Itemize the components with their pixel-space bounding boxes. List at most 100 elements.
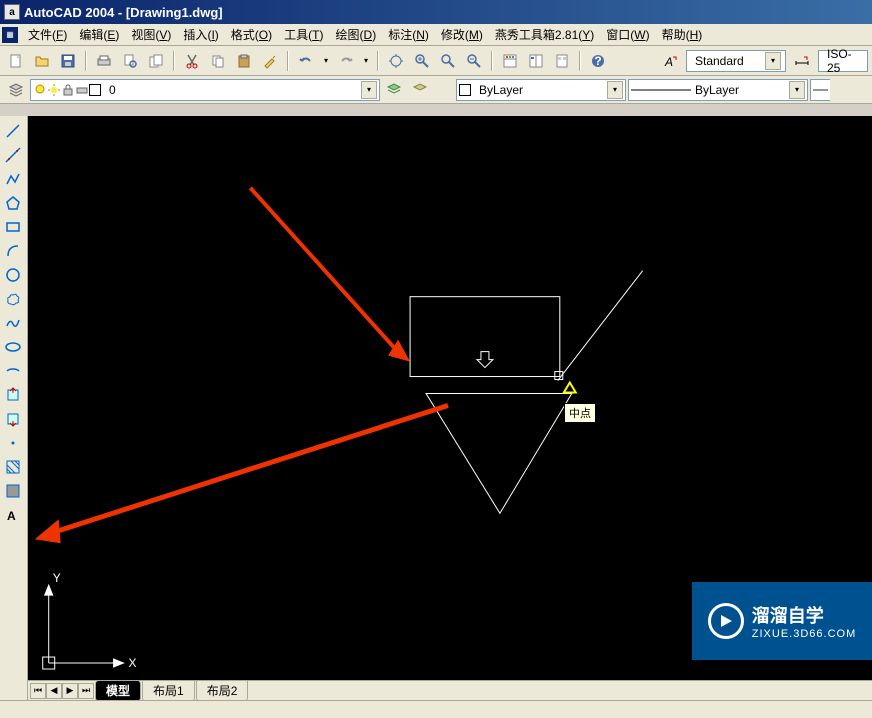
tab-layout1[interactable]: 布局1 bbox=[142, 681, 195, 701]
separator bbox=[287, 51, 289, 71]
sun-icon bbox=[47, 83, 61, 97]
text-style-combo[interactable]: Standard ▾ bbox=[686, 50, 786, 72]
paste-button[interactable] bbox=[232, 49, 256, 73]
lineweight-combo[interactable] bbox=[810, 79, 830, 101]
dim-style-value: ISO-25 bbox=[823, 47, 863, 75]
main-area: A bbox=[0, 116, 872, 700]
app-icon: a bbox=[4, 4, 20, 20]
drawing-canvas[interactable]: X Y 中点 溜溜自学 ZIXUE.3D66.COM bbox=[28, 116, 872, 680]
revision-cloud-button[interactable] bbox=[2, 288, 24, 310]
open-button[interactable] bbox=[30, 49, 54, 73]
linetype-combo[interactable]: ByLayer ▾ bbox=[628, 79, 808, 101]
hatch-button[interactable] bbox=[2, 456, 24, 478]
drawn-line bbox=[558, 271, 643, 381]
menu-insert[interactable]: 插入(I) bbox=[177, 24, 224, 45]
tab-last-button[interactable]: ⏭ bbox=[78, 683, 94, 699]
title-bar: a AutoCAD 2004 - [Drawing1.dwg] bbox=[0, 0, 872, 24]
dim-style-button[interactable] bbox=[790, 49, 814, 73]
tab-first-button[interactable]: ⏮ bbox=[30, 683, 46, 699]
dim-style-combo[interactable]: ISO-25 bbox=[818, 50, 868, 72]
tab-layout2[interactable]: 布局2 bbox=[196, 681, 249, 701]
polygon-button[interactable] bbox=[2, 192, 24, 214]
layer-combo[interactable]: 0 ▾ bbox=[30, 79, 380, 101]
point-button[interactable] bbox=[2, 432, 24, 454]
ucs-x-label: X bbox=[129, 656, 137, 670]
color-value: ByLayer bbox=[475, 83, 527, 97]
save-button[interactable] bbox=[56, 49, 80, 73]
ellipse-arc-button[interactable] bbox=[2, 360, 24, 382]
new-button[interactable] bbox=[4, 49, 28, 73]
spline-button[interactable] bbox=[2, 312, 24, 334]
menu-tools[interactable]: 工具(T) bbox=[278, 24, 329, 45]
tool-palettes-button[interactable] bbox=[550, 49, 574, 73]
menu-bar: ▦ 文件(F) 编辑(E) 视图(V) 插入(I) 格式(O) 工具(T) 绘图… bbox=[0, 24, 872, 46]
properties-button[interactable] bbox=[498, 49, 522, 73]
publish-button[interactable] bbox=[144, 49, 168, 73]
menu-view[interactable]: 视图(V) bbox=[125, 24, 177, 45]
svg-text:A: A bbox=[7, 509, 16, 523]
text-style-value: Standard bbox=[691, 54, 748, 68]
color-combo[interactable]: ByLayer ▾ bbox=[456, 79, 626, 101]
separator bbox=[85, 51, 87, 71]
construction-line-button[interactable] bbox=[2, 144, 24, 166]
undo-button[interactable] bbox=[294, 49, 318, 73]
menu-draw[interactable]: 绘图(D) bbox=[330, 24, 383, 45]
line-button[interactable] bbox=[2, 120, 24, 142]
separator bbox=[377, 51, 379, 71]
bulb-icon bbox=[33, 83, 47, 97]
help-button[interactable]: ? bbox=[586, 49, 610, 73]
watermark-title: 溜溜自学 bbox=[752, 602, 856, 628]
plot-button[interactable] bbox=[92, 49, 116, 73]
region-button[interactable] bbox=[2, 480, 24, 502]
cut-button[interactable] bbox=[180, 49, 204, 73]
status-bar bbox=[0, 700, 872, 718]
drawn-triangle bbox=[426, 394, 572, 514]
canvas-wrap: X Y 中点 溜溜自学 ZIXUE.3D66.COM ⏮ ◀ ▶ ⏭ 模型 bbox=[28, 116, 872, 700]
circle-button[interactable] bbox=[2, 264, 24, 286]
copy-button[interactable] bbox=[206, 49, 230, 73]
menu-file[interactable]: 文件(F) bbox=[22, 24, 73, 45]
menu-modify[interactable]: 修改(M) bbox=[435, 24, 489, 45]
svg-text:A: A bbox=[664, 55, 673, 69]
menu-dimension[interactable]: 标注(N) bbox=[382, 24, 435, 45]
ucs-y-label: Y bbox=[53, 571, 61, 585]
match-properties-button[interactable] bbox=[258, 49, 282, 73]
tab-prev-button[interactable]: ◀ bbox=[46, 683, 62, 699]
pan-button[interactable] bbox=[384, 49, 408, 73]
redo-dropdown[interactable]: ▾ bbox=[360, 49, 372, 73]
lineweight-preview bbox=[813, 85, 828, 95]
rectangle-button[interactable] bbox=[2, 216, 24, 238]
ellipse-button[interactable] bbox=[2, 336, 24, 358]
design-center-button[interactable] bbox=[524, 49, 548, 73]
layer-previous-button[interactable] bbox=[382, 78, 406, 102]
menu-edit[interactable]: 编辑(E) bbox=[73, 24, 125, 45]
undo-dropdown[interactable]: ▾ bbox=[320, 49, 332, 73]
text-button[interactable]: A bbox=[2, 504, 24, 526]
annotation-arrow bbox=[35, 405, 448, 543]
menu-format[interactable]: 格式(O) bbox=[225, 24, 278, 45]
arc-button[interactable] bbox=[2, 240, 24, 262]
menu-window[interactable]: 窗口(W) bbox=[600, 24, 655, 45]
menu-help[interactable]: 帮助(H) bbox=[656, 24, 709, 45]
color-swatch bbox=[459, 84, 471, 96]
make-block-button[interactable] bbox=[2, 408, 24, 430]
zoom-realtime-button[interactable] bbox=[410, 49, 434, 73]
menu-yanxiu[interactable]: 燕秀工具箱2.81(Y) bbox=[489, 24, 600, 45]
polyline-button[interactable] bbox=[2, 168, 24, 190]
layer-states-button[interactable] bbox=[408, 78, 432, 102]
document-icon[interactable]: ▦ bbox=[2, 27, 18, 43]
layer-color-swatch bbox=[89, 84, 101, 96]
layer-properties-button[interactable] bbox=[4, 78, 28, 102]
insert-block-button[interactable] bbox=[2, 384, 24, 406]
redo-button[interactable] bbox=[334, 49, 358, 73]
lock-icon bbox=[61, 83, 75, 97]
print-preview-button[interactable] bbox=[118, 49, 142, 73]
dropdown-arrow-icon: ▾ bbox=[361, 81, 377, 99]
tab-next-button[interactable]: ▶ bbox=[62, 683, 78, 699]
dropdown-arrow-icon: ▾ bbox=[607, 81, 623, 99]
tab-model[interactable]: 模型 bbox=[95, 681, 141, 701]
zoom-window-button[interactable] bbox=[436, 49, 460, 73]
text-style-button[interactable]: A bbox=[658, 49, 682, 73]
zoom-previous-button[interactable] bbox=[462, 49, 486, 73]
down-arrow-icon bbox=[477, 352, 493, 368]
